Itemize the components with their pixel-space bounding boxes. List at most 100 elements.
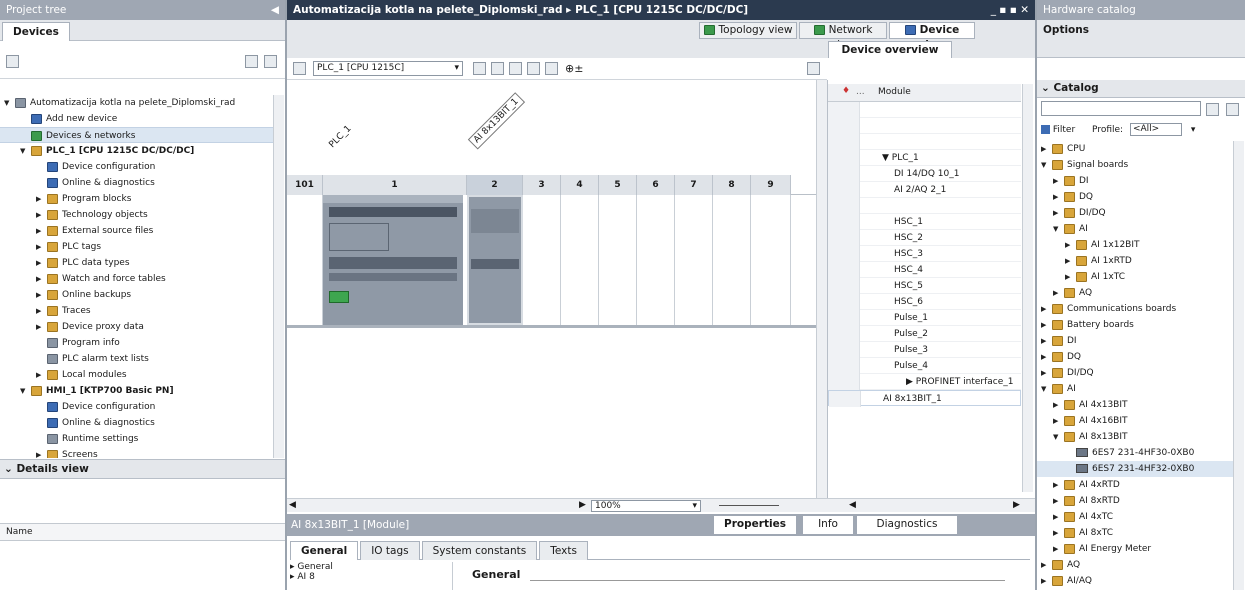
expand-right-icon[interactable]: ▶ — [1053, 477, 1061, 493]
expand-right-icon[interactable]: ▶ — [1053, 525, 1061, 541]
empty-slot[interactable] — [561, 195, 599, 325]
profile-select[interactable]: <All> — [1129, 123, 1182, 136]
properties-subtab[interactable]: Texts — [539, 541, 588, 560]
scroll-left-icon[interactable]: ◀ — [289, 500, 296, 510]
catalog-item[interactable]: ▶ AI 8xRTD — [1037, 493, 1233, 509]
catalog-search-input[interactable] — [1041, 101, 1201, 116]
properties-subtab[interactable]: System constants — [421, 541, 538, 560]
properties-tab[interactable]: Properties — [714, 516, 796, 534]
expand-right-icon[interactable]: ▶ — [36, 207, 44, 223]
cpu-module[interactable] — [323, 195, 463, 325]
catalog-item[interactable]: ▶ AI 8xTC — [1037, 525, 1233, 541]
overview-row[interactable]: HSC_5 — [828, 278, 1021, 294]
topology-view-tab[interactable]: Topology view — [699, 22, 797, 39]
catalog-item[interactable]: ▼ AI 8x13BIT — [1037, 429, 1233, 445]
expand-right-icon[interactable]: ▶ — [36, 447, 44, 458]
window-controls[interactable]: _ ▪ ▪ ✕ — [991, 0, 1029, 20]
toolbar-icon-1[interactable] — [473, 62, 486, 75]
overview-row[interactable]: ▶ PROFINET interface_1 — [828, 374, 1021, 390]
overview-row[interactable]: Pulse_1 — [828, 310, 1021, 326]
canvas-vertical-scrollbar[interactable] — [816, 80, 827, 498]
catalog-item[interactable]: ▶ DI — [1037, 173, 1233, 189]
search-down-icon[interactable] — [1206, 103, 1219, 116]
expand-right-icon[interactable]: ▶ — [36, 255, 44, 271]
expand-right-icon[interactable]: ▶ — [36, 191, 44, 207]
expand-down-icon[interactable]: ▼ — [1041, 157, 1049, 173]
slot-101[interactable] — [287, 195, 323, 325]
catalog-item[interactable]: ▶ AI 4xTC — [1037, 509, 1233, 525]
module-column-header[interactable]: Module — [878, 87, 911, 97]
expand-right-icon[interactable]: ▶ — [1065, 237, 1073, 253]
expand-right-icon[interactable]: ▶ — [1065, 269, 1073, 285]
search-up-icon[interactable] — [1226, 103, 1239, 116]
diagnostics-tab[interactable]: Diagnostics — [857, 516, 957, 534]
zoom-in-icon[interactable]: ⊕± — [565, 62, 583, 75]
expand-down-icon[interactable]: ▼ — [1053, 429, 1061, 445]
overview-row[interactable]: AI 2/AQ 2_1 — [828, 182, 1021, 198]
expand-right-icon[interactable]: ▶ — [36, 287, 44, 303]
tree-item[interactable]: ▼ HMI_1 [KTP700 Basic PN] — [0, 383, 273, 399]
nav-ai8[interactable]: ▸ AI 8 — [290, 572, 452, 582]
devices-tab[interactable]: Devices — [2, 22, 70, 41]
expand-right-icon[interactable]: ▶ — [1053, 493, 1061, 509]
catalog-item[interactable]: ▼ Signal boards — [1037, 157, 1233, 173]
expand-right-icon[interactable]: ▶ — [36, 303, 44, 319]
expand-down-icon[interactable]: ▼ — [1053, 221, 1061, 237]
catalog-item[interactable]: ▶ AI 1xTC — [1037, 269, 1233, 285]
catalog-item[interactable]: ▶ DI — [1037, 333, 1233, 349]
tree-item[interactable]: ▼ PLC_1 [CPU 1215C DC/DC/DC] — [0, 143, 273, 159]
details-name-column[interactable]: Name — [6, 527, 33, 537]
filter-checkbox[interactable] — [1041, 125, 1050, 134]
catalog-scrollbar[interactable] — [1233, 141, 1244, 590]
expand-down-icon[interactable]: ▼ — [20, 143, 28, 159]
catalog-item[interactable]: ▶ AI Energy Meter — [1037, 541, 1233, 557]
overview-row[interactable]: HSC_4 — [828, 262, 1021, 278]
catalog-item[interactable]: ▶ AI 4xRTD — [1037, 477, 1233, 493]
empty-slot[interactable] — [675, 195, 713, 325]
tree-item[interactable]: ▶ PLC data types — [0, 255, 273, 271]
expand-right-icon[interactable]: ▶ — [1053, 205, 1061, 221]
device-overview-tab[interactable]: Device overview — [828, 41, 952, 58]
overview-row[interactable]: AI 8x13BIT_1 — [828, 390, 1021, 407]
properties-subtab[interactable]: IO tags — [360, 541, 420, 560]
tree-item[interactable]: Add new device — [0, 111, 273, 127]
catalog-item[interactable]: ▶ AI 1x12BIT — [1037, 237, 1233, 253]
overview-row[interactable]: HSC_3 — [828, 246, 1021, 262]
overview-row[interactable]: HSC_1 — [828, 214, 1021, 230]
expand-right-icon[interactable]: ▶ — [1053, 541, 1061, 557]
nav-general[interactable]: ▸ General — [290, 562, 452, 572]
overview-row[interactable]: ▼ PLC_1 — [828, 150, 1021, 166]
catalog-item[interactable]: ▶ Communications boards — [1037, 301, 1233, 317]
expand-right-icon[interactable]: ▶ — [1041, 333, 1049, 349]
device-select[interactable]: PLC_1 [CPU 1215C] ▾ — [313, 61, 463, 76]
tree-item[interactable]: ▶ External source files — [0, 223, 273, 239]
device-canvas[interactable]: PLC_1 AI 8x13BIT_1 101 1 2 3 4 5 6 7 8 9 — [287, 80, 827, 498]
expand-right-icon[interactable]: ▶ — [1041, 557, 1049, 573]
overview-row[interactable]: HSC_6 — [828, 294, 1021, 310]
expand-down-icon[interactable]: ▼ — [1041, 381, 1049, 397]
tree-item[interactable]: ▼ Automatizacija kotla na pelete_Diplomsk… — [0, 95, 273, 111]
catalog-item[interactable]: ▼ AI — [1037, 221, 1233, 237]
catalog-item[interactable]: ▶ AI/AQ — [1037, 573, 1233, 589]
tree-view-icon[interactable] — [6, 55, 19, 68]
empty-slot[interactable] — [713, 195, 751, 325]
catalog-item[interactable]: ▶ AI 4x16BIT — [1037, 413, 1233, 429]
project-tree-scrollbar[interactable] — [273, 95, 284, 458]
expand-right-icon[interactable]: ▶ — [36, 223, 44, 239]
expand-right-icon[interactable]: ▶ — [1041, 349, 1049, 365]
expand-right-icon[interactable]: ▶ — [36, 239, 44, 255]
toolbar-icon-4[interactable] — [527, 62, 540, 75]
tree-item[interactable]: Device configuration — [0, 159, 273, 175]
overview-scroll-right-icon[interactable]: ▶ — [1013, 500, 1020, 510]
empty-slot[interactable] — [523, 195, 561, 325]
tree-item[interactable]: ▶ PLC tags — [0, 239, 273, 255]
tree-item[interactable]: ▶ Screens — [0, 447, 273, 458]
scroll-right-icon[interactable]: ▶ — [579, 500, 586, 510]
collapse-overview-icon[interactable] — [807, 62, 820, 75]
empty-slot[interactable] — [751, 195, 791, 325]
expand-right-icon[interactable]: ▶ — [1053, 509, 1061, 525]
device-view-tab[interactable]: Device view — [889, 22, 975, 51]
properties-subtab[interactable]: General — [290, 541, 359, 560]
expand-right-icon[interactable]: ▶ — [36, 271, 44, 287]
expand-right-icon[interactable]: ▶ — [1053, 189, 1061, 205]
